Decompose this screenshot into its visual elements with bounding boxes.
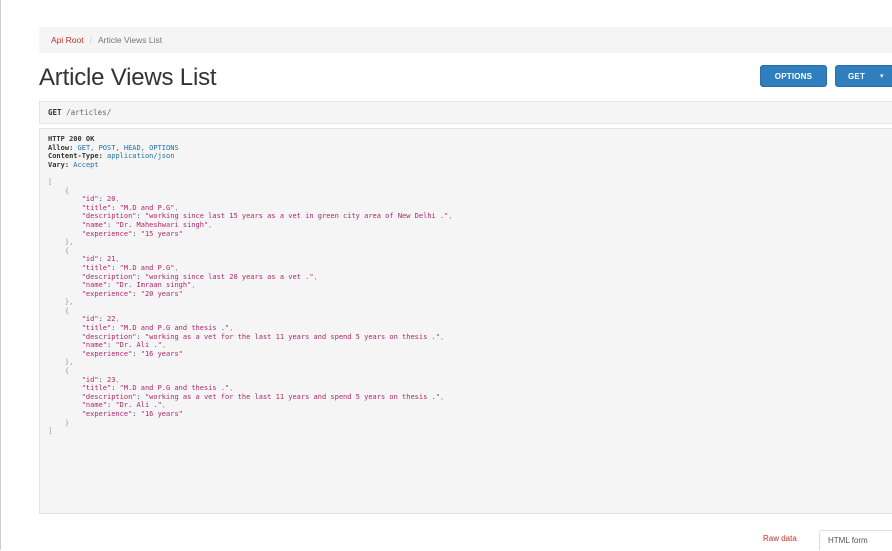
json-comma: , [115,195,120,204]
json-comma: , [448,212,453,221]
json-comma: , [115,315,120,324]
json-value: "Dr. Maheshwari singh" [115,220,209,229]
json-value: "M.D and P.G" [119,263,175,272]
get-button[interactable]: GET ▾ [835,65,892,87]
json-bracket: ] [48,427,53,436]
json-value: "working since last 15 years as a vet in… [144,212,449,221]
json-comma: , [313,272,318,281]
json-bracket: [ [48,177,53,186]
json-value: "Dr. Ali ." [115,401,162,410]
json-comma: , [229,324,234,333]
json-key: "description" [81,332,137,341]
json-key: "id" [81,375,99,384]
json-comma: , [208,220,213,229]
json-value: "working as a vet for the last 11 years … [144,392,440,401]
json-key: "experience" [81,229,133,238]
json-key: "experience" [81,349,133,358]
json-key: "id" [81,255,99,264]
response-header-key: Vary: [48,160,70,169]
json-comma: , [229,384,234,393]
json-value: "Dr. Ali ." [115,341,162,350]
json-value: "16 years" [140,410,183,418]
json-key: "experience" [81,289,133,298]
json-comma: , [161,401,167,410]
json-value: "Dr. Imraan singh" [115,281,192,290]
json-key: "title" [81,263,112,272]
response-header-key: Content-Type: [48,152,103,161]
json-comma: , [161,341,167,350]
json-comma: , [174,203,179,212]
options-button[interactable]: OPTIONS [760,65,827,87]
json-key: "description" [81,392,137,401]
response-header-value: Accept [73,160,99,169]
json-brace: }, [64,358,74,367]
breadcrumb-separator: / [89,35,92,45]
response-info: HTTP 200 OK Allow: GET, POST, HEAD, OPTI… [39,128,892,514]
get-button-label: GET [848,72,866,81]
request-method: GET [48,108,62,117]
json-value: "M.D and P.G" [119,203,175,212]
json-value: "M.D and P.G and thesis ." [119,384,230,393]
json-value: "20 years" [140,289,183,298]
json-key: "description" [81,212,137,221]
json-brace: { [64,367,70,376]
browsable-api-page: Api Root / Article Views List Article View… [0,0,892,550]
json-key: "name" [81,281,108,290]
json-brace: { [64,306,70,315]
page-title: Article Views List [39,64,217,91]
json-comma: , [439,332,445,341]
json-key: "title" [81,324,112,333]
breadcrumb: Api Root / Article Views List [39,27,892,53]
response-header-value: application/json [107,152,175,161]
json-key: "title" [81,203,112,212]
response-status: HTTP 200 OK [48,135,95,143]
json-comma: , [439,392,445,401]
request-path: /articles/ [66,108,112,117]
json-value: "working as a vet for the last 11 years … [144,332,440,341]
json-brace: }, [64,298,74,307]
html-form-tab[interactable]: HTML form [819,530,892,550]
json-key: "name" [81,401,108,410]
json-key: "name" [81,220,108,229]
json-brace: { [64,186,70,195]
response-header-key: Allow: [48,143,74,152]
json-brace: }, [64,238,74,247]
json-comma: , [115,255,120,264]
json-key: "name" [81,341,108,350]
breadcrumb-current: Article Views List [97,35,163,45]
json-comma: , [174,263,179,272]
request-info: GET /articles/ [39,101,892,124]
json-key: "id" [81,195,99,204]
json-key: "description" [81,272,137,281]
json-value: "15 years" [140,229,183,238]
json-brace: { [64,246,70,255]
json-brace: } [64,418,70,427]
json-key: "id" [81,315,99,324]
response-header-value: GET, POST, HEAD, OPTIONS [77,143,179,152]
json-comma: , [191,281,196,290]
caret-down-icon: ▾ [880,73,884,80]
json-value: "working since last 20 years as a vet ." [144,272,314,281]
json-comma: , [115,375,120,384]
json-value: "16 years" [140,349,183,358]
json-key: "title" [81,384,112,393]
json-key: "experience" [81,410,133,418]
breadcrumb-api-root[interactable]: Api Root [51,35,84,45]
json-value: "M.D and P.G and thesis ." [119,324,230,333]
raw-data-tab[interactable]: Raw data [763,534,797,543]
